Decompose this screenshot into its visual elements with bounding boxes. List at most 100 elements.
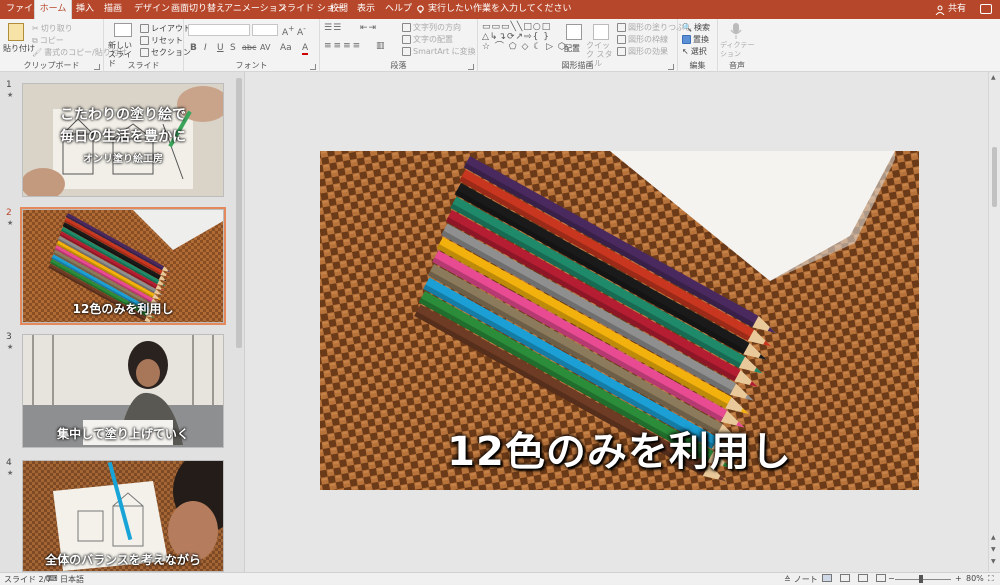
tab-insert[interactable]: 挿入 — [76, 0, 94, 19]
editing-group-label: 編集 — [689, 61, 706, 70]
search-icon: 🔍 — [682, 23, 692, 32]
scroll-down-arrow-icon[interactable]: ▼ — [991, 546, 996, 553]
shape-effects-button[interactable]: 図形の効果 — [617, 46, 668, 57]
tab-review[interactable]: 校閲 — [330, 0, 348, 19]
smartart-button[interactable]: SmartArt に変換 — [402, 46, 476, 57]
quick-styles-icon[interactable] — [593, 24, 609, 40]
tab-transitions[interactable]: 画面切り替え — [171, 0, 225, 19]
normal-view-button[interactable] — [822, 574, 832, 582]
comment-icon[interactable] — [980, 4, 992, 14]
zoom-slider-knob[interactable] — [919, 575, 923, 583]
align-text-label: 文字の配置 — [413, 35, 453, 44]
indent-icon[interactable]: ⇤⇥ — [360, 23, 377, 33]
align-icons[interactable]: ≡≡≡≡ — [324, 41, 362, 51]
drawing-group-label: 図形描画 — [561, 61, 594, 70]
arrange-button[interactable]: 配置 — [564, 43, 580, 54]
thumbnail-scrollbar[interactable] — [236, 78, 242, 348]
slide-counter: スライド 2/7 — [4, 575, 52, 584]
voice-group: ディクテーション 音声 — [718, 19, 756, 72]
reading-view-button[interactable] — [858, 574, 868, 582]
align-text-button[interactable]: 文字の配置 — [402, 34, 453, 45]
slide-thumbnail-pane: 1 ★ こたわりの塗り絵で 毎日の生活を豊かに オンリ塗り絵工房 2 ★ 12色… — [0, 72, 245, 572]
fit-slide-icon[interactable]: ⛶ — [988, 574, 994, 584]
scroll-down-arrow-icon[interactable]: ▼ — [991, 558, 996, 565]
shapes-gallery[interactable]: ▭▭▭╲╲□○□ △↳↴⟳↗⇨{ } ☆ ⌒ ⬠ ◇ ☾ ▷ ⬡ — [482, 22, 567, 52]
font-launcher-icon[interactable] — [310, 64, 316, 70]
tab-view[interactable]: 表示 — [357, 0, 375, 19]
paste-button[interactable]: 貼り付け — [3, 43, 35, 54]
scroll-up-arrow-icon[interactable]: ▲ — [991, 74, 996, 81]
dictate-button[interactable]: ディクテーション — [720, 41, 756, 59]
replace-button[interactable]: 置換 — [682, 34, 709, 45]
main-slide[interactable]: 12色のみを利用し — [320, 151, 919, 490]
columns-icon[interactable]: ▥ — [376, 41, 385, 51]
slideshow-button[interactable] — [876, 574, 886, 582]
lightbulb-icon — [417, 5, 424, 14]
font-name-combo[interactable] — [188, 24, 250, 36]
new-slide-icon[interactable] — [114, 23, 132, 37]
scroll-up-arrow-icon[interactable]: ▲ — [991, 534, 996, 541]
zoom-in-button[interactable]: + — [955, 574, 962, 583]
thumbnail-caption-line3: オンリ塗り絵工房 — [83, 154, 163, 165]
paragraph-launcher-icon[interactable] — [468, 64, 474, 70]
clipboard-group: 貼り付け ✂ 切り取り ⧉ コピー 🖌 書式のコピー/貼り付け クリップボード — [0, 19, 127, 72]
slide-number: 3 — [6, 332, 12, 342]
copy-button[interactable]: ⧉ コピー — [32, 35, 64, 46]
select-button[interactable]: ↖ 選択 — [682, 46, 707, 57]
tab-home[interactable]: ホーム — [34, 0, 72, 19]
text-direction-icon — [402, 23, 411, 32]
paste-icon[interactable] — [8, 23, 24, 41]
shape-outline-button[interactable]: 図形の枠線 — [617, 34, 668, 45]
tab-draw[interactable]: 描画 — [104, 0, 122, 19]
text-direction-label: 文字列の方向 — [413, 23, 461, 32]
slide-thumbnail-4[interactable]: 全体のバランスを考えながら — [22, 460, 224, 572]
editor-scrollbar[interactable]: ▲ ▲ ▼ ▼ — [988, 72, 1000, 572]
shadow-button[interactable]: S — [230, 43, 236, 53]
reset-button[interactable]: リセット — [140, 35, 183, 46]
paragraph-group: ☰☰ ⇤⇥ ≡≡≡≡ ▥ 文字列の方向 文字の配置 SmartArt に変換 段… — [320, 19, 478, 72]
text-direction-button[interactable]: 文字列の方向 — [402, 22, 461, 33]
tab-help[interactable]: ヘルプ — [385, 0, 412, 19]
change-case-button[interactable]: Aa — [280, 43, 292, 53]
tab-design[interactable]: デザイン — [134, 0, 170, 19]
cut-button[interactable]: ✂ 切り取り — [32, 23, 73, 34]
normal-view-icon — [822, 574, 832, 582]
language-indicator[interactable]: 日本語 — [60, 574, 84, 585]
bold-button[interactable]: B — [190, 43, 197, 53]
slide-sorter-button[interactable] — [840, 574, 850, 582]
zoom-slider[interactable] — [895, 579, 951, 580]
share-button[interactable]: 共有 — [935, 0, 966, 19]
slide-caption[interactable]: 12色のみを利用し — [320, 419, 919, 477]
replace-label: 置換 — [693, 35, 709, 44]
spelling-icon[interactable]: ⌨ — [46, 574, 58, 583]
strikethrough-button[interactable]: abc — [242, 43, 256, 52]
slide-thumbnail-2[interactable]: 12色のみを利用し — [20, 207, 226, 325]
bullets-icon[interactable]: ☰☰ — [324, 23, 342, 33]
select-label: 選択 — [690, 47, 707, 56]
font-grow-icon[interactable]: A+ — [282, 24, 294, 38]
notes-button[interactable]: ≙ ノート — [784, 574, 818, 585]
tell-me-search[interactable]: 実行したい作業を入力してください — [416, 0, 571, 19]
zoom-level[interactable]: 80% — [966, 574, 984, 583]
clipboard-group-label: クリップボード — [23, 61, 80, 70]
find-button[interactable]: 🔍 検索 — [682, 22, 710, 33]
italic-button[interactable]: I — [204, 43, 207, 53]
scroll-thumb[interactable] — [992, 147, 997, 207]
slide-number: 2 — [6, 208, 12, 218]
zoom-out-button[interactable]: − — [888, 574, 895, 583]
font-color-button[interactable]: A — [302, 43, 309, 55]
font-size-combo[interactable] — [252, 24, 278, 36]
drawing-launcher-icon[interactable] — [668, 64, 674, 70]
slide-thumbnail-3[interactable]: 集中して塗り上げていく — [22, 334, 224, 448]
char-spacing-button[interactable]: AV — [260, 43, 270, 52]
clipboard-launcher-icon[interactable] — [94, 64, 100, 70]
find-label: 検索 — [693, 23, 710, 32]
voice-group-label: 音声 — [729, 61, 745, 70]
smartart-icon — [402, 47, 411, 56]
underline-button[interactable]: U — [217, 43, 224, 53]
arrange-icon[interactable] — [566, 24, 582, 40]
microphone-icon[interactable] — [730, 23, 742, 39]
slide-thumbnail-1[interactable]: こたわりの塗り絵で 毎日の生活を豊かに オンリ塗り絵工房 — [22, 83, 224, 197]
font-shrink-icon[interactable]: A- — [297, 24, 306, 38]
notes-icon: ≙ — [784, 575, 791, 584]
